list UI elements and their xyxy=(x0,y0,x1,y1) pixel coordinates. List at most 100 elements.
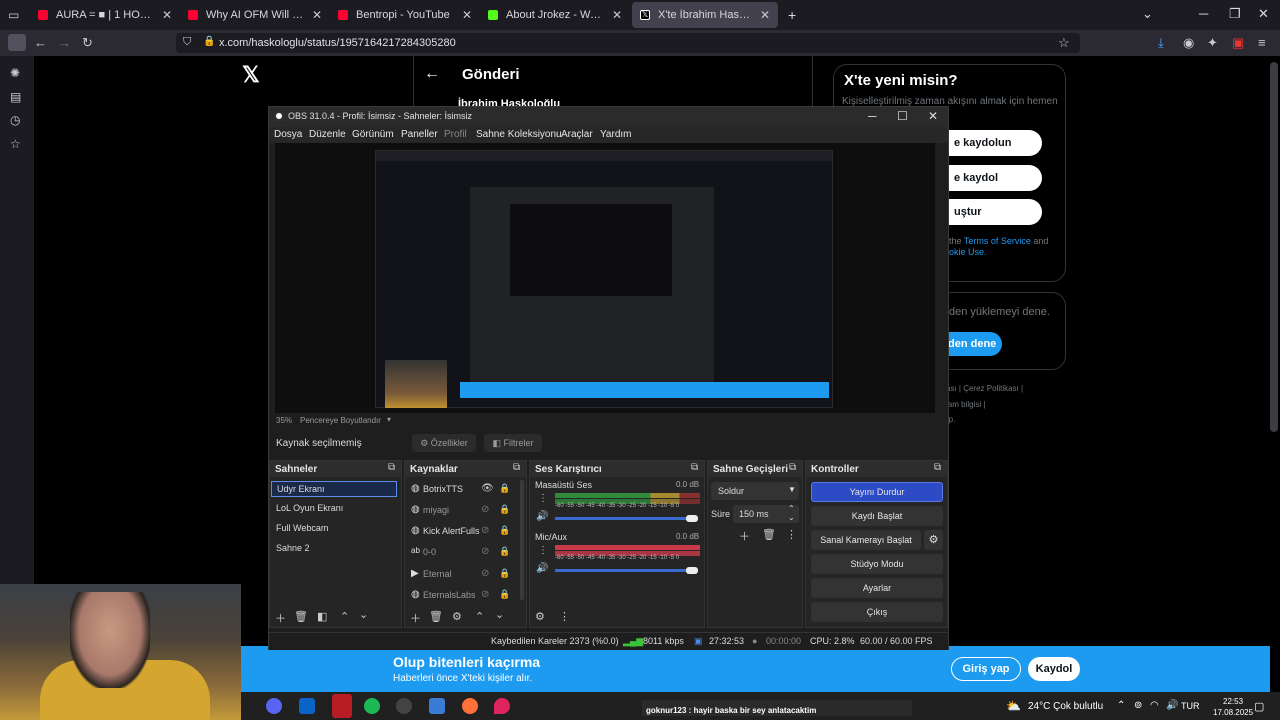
tab-ai-ofm[interactable]: Why AI OFM Will Make EVERYO ✕ xyxy=(180,2,330,28)
sources-scrollbar[interactable] xyxy=(520,480,524,600)
login-button[interactable]: Giriş yap xyxy=(951,657,1021,681)
lock-icon[interactable]: 🔒 xyxy=(499,546,510,557)
menu-gorunum[interactable]: Görünüm xyxy=(352,129,394,140)
discord-icon[interactable] xyxy=(266,698,282,714)
close-window-icon[interactable]: ✕ xyxy=(1258,6,1269,22)
source-properties-icon[interactable]: ⚙ xyxy=(452,610,462,623)
exit-button[interactable]: Çıkış xyxy=(811,602,943,622)
speaker-icon[interactable]: 🔊 xyxy=(536,511,548,522)
remove-scene-icon[interactable]: 🗑 xyxy=(294,610,308,623)
ai-chat-icon[interactable]: ✺ xyxy=(10,66,20,80)
app-icon-red[interactable] xyxy=(332,694,352,718)
close-tab-icon[interactable]: ✕ xyxy=(760,8,770,22)
volume-slider-knob[interactable] xyxy=(686,515,698,522)
mixer-settings-icon[interactable]: ⚙ xyxy=(535,610,545,623)
url-text[interactable]: x.com/haskologlu/status/1957164217284305… xyxy=(219,37,456,49)
lock-icon[interactable]: 🔒 xyxy=(499,525,510,536)
spotify-icon[interactable] xyxy=(364,698,380,714)
restore-icon[interactable]: ❐ xyxy=(1229,6,1241,22)
menu-duzenle[interactable]: Düzenle xyxy=(309,129,346,140)
extension-badge-icon[interactable]: ▣ xyxy=(1232,35,1244,51)
close-tab-icon[interactable]: ✕ xyxy=(312,8,322,22)
terms-link[interactable]: Terms of Service xyxy=(964,236,1031,246)
mixer-menu-icon[interactable]: ⋮ xyxy=(559,610,570,623)
close-tab-icon[interactable]: ✕ xyxy=(462,8,472,22)
start-recording-button[interactable]: Kaydı Başlat xyxy=(811,506,943,526)
source-item[interactable]: ab 0-0 ⊘ 🔒 xyxy=(409,544,519,562)
lock-icon[interactable]: 🔒 xyxy=(499,589,510,600)
clock[interactable]: 22:53 17.08.2025 xyxy=(1213,696,1253,718)
scene-filter-icon[interactable]: ◧ xyxy=(317,610,327,623)
back-icon[interactable]: ← xyxy=(34,35,47,50)
visibility-icon[interactable]: 👁 xyxy=(481,483,494,494)
minimize-icon[interactable]: ─ xyxy=(1199,6,1208,21)
notifications-icon[interactable]: ▢ xyxy=(1254,700,1264,713)
filters-button[interactable]: ◧ Filtreler xyxy=(484,434,542,452)
tray-app-icon[interactable]: ⊚ xyxy=(1134,700,1142,711)
wifi-icon[interactable]: ◠ xyxy=(1150,700,1159,711)
language-indicator[interactable]: TUR xyxy=(1181,701,1200,711)
forward-icon[interactable]: → xyxy=(58,35,71,50)
audio-menu-icon[interactable]: ⋮ xyxy=(538,545,548,556)
lock-icon[interactable]: 🔒 xyxy=(499,483,510,494)
source-item[interactable]: ◍ EternalsLabs ⊘ 🔒 xyxy=(409,587,519,605)
speaker-icon[interactable]: 🔊 xyxy=(536,563,548,574)
apple-signup-button[interactable]: e kaydol xyxy=(940,165,1042,191)
virtual-camera-settings-icon[interactable]: ⚙ xyxy=(924,530,943,550)
obs-close-icon[interactable]: ✕ xyxy=(928,109,938,123)
source-item[interactable]: ◍ Kick AlertFulls ⊘ 🔒 xyxy=(409,523,519,541)
mic-volume-slider[interactable] xyxy=(555,569,695,572)
x-logo-icon[interactable]: 𝕏 xyxy=(242,62,260,88)
audio-menu-icon[interactable]: ⋮ xyxy=(538,493,548,504)
add-source-icon[interactable]: ＋ xyxy=(410,610,421,626)
start-virtual-camera-button[interactable]: Sanal Kamerayı Başlat xyxy=(811,530,921,550)
weather-text[interactable]: 24°C Çok bulutlu xyxy=(1028,701,1103,712)
add-transition-icon[interactable]: ＋ xyxy=(739,528,750,544)
menu-dosya[interactable]: Dosya xyxy=(274,129,302,140)
dock-undock-icon[interactable]: ⧉ xyxy=(789,462,796,473)
fit-to-window[interactable]: Pencereye Boyutlandır xyxy=(300,416,381,425)
dock-undock-icon[interactable]: ⧉ xyxy=(691,462,698,473)
signup-button[interactable]: Kaydol xyxy=(1028,657,1080,681)
move-down-icon[interactable]: ⌄ xyxy=(495,608,504,621)
settings-button[interactable]: Ayarlar xyxy=(811,578,943,598)
scene-item[interactable]: Udyr Ekranı xyxy=(271,481,397,497)
remove-source-icon[interactable]: 🗑 xyxy=(429,610,443,623)
source-item[interactable]: ◍ miyagi ⊘ 🔒 xyxy=(409,502,519,520)
account-icon[interactable]: ◉ xyxy=(1183,35,1194,51)
sidebar-toggle-icon[interactable] xyxy=(8,34,26,51)
menu-paneller[interactable]: Paneller xyxy=(401,129,438,140)
extensions-icon[interactable]: ✦ xyxy=(1207,35,1218,51)
new-tab-button[interactable]: + xyxy=(788,7,796,23)
scene-item[interactable]: LoL Oyun Ekranı xyxy=(271,501,397,517)
tab-overflow-icon[interactable]: ⌄ xyxy=(1142,6,1153,22)
remove-transition-icon[interactable]: 🗑 xyxy=(762,528,776,541)
move-up-icon[interactable]: ⌃ xyxy=(475,610,484,623)
hidden-icon[interactable]: ⊘ xyxy=(481,546,489,557)
fit-dropdown-icon[interactable]: ▾ xyxy=(387,415,391,424)
stop-stream-button[interactable]: Yayını Durdur xyxy=(811,482,943,502)
tab-list-icon[interactable]: ▭ xyxy=(8,8,19,22)
riot-icon[interactable] xyxy=(494,698,510,714)
back-arrow-icon[interactable]: ← xyxy=(424,65,440,83)
close-tab-icon[interactable]: ✕ xyxy=(162,8,172,22)
retry-button[interactable]: den dene xyxy=(940,332,1002,356)
hidden-icon[interactable]: ⊘ xyxy=(481,525,489,536)
lock-icon[interactable]: 🔒 xyxy=(499,504,510,515)
menu-icon[interactable]: ≡ xyxy=(1258,35,1266,50)
bookmarks-icon[interactable]: ☆ xyxy=(10,137,21,151)
studio-mode-button[interactable]: Stüdyo Modu xyxy=(811,554,943,574)
lock-icon[interactable]: 🔒 xyxy=(203,36,215,47)
source-item[interactable]: ◍ BotrixTTS 👁 🔒 xyxy=(409,481,519,499)
tab-kick[interactable]: About Jrokez - Watch Live on K ✕ xyxy=(480,2,630,28)
shield-icon[interactable]: ⛉ xyxy=(183,36,191,49)
firefox-icon[interactable] xyxy=(462,698,478,714)
cookie-link[interactable]: okie Use. xyxy=(949,247,987,257)
explorer-icon[interactable] xyxy=(429,698,445,714)
page-scrollbar[interactable] xyxy=(1270,62,1278,432)
properties-button[interactable]: ⚙ Özellikler xyxy=(412,434,476,452)
dock-undock-icon[interactable]: ⧉ xyxy=(934,462,941,473)
transition-menu-icon[interactable]: ⋮ xyxy=(786,528,797,541)
volume-icon[interactable]: 🔊 xyxy=(1166,700,1178,711)
move-down-icon[interactable]: ⌄ xyxy=(359,608,368,621)
